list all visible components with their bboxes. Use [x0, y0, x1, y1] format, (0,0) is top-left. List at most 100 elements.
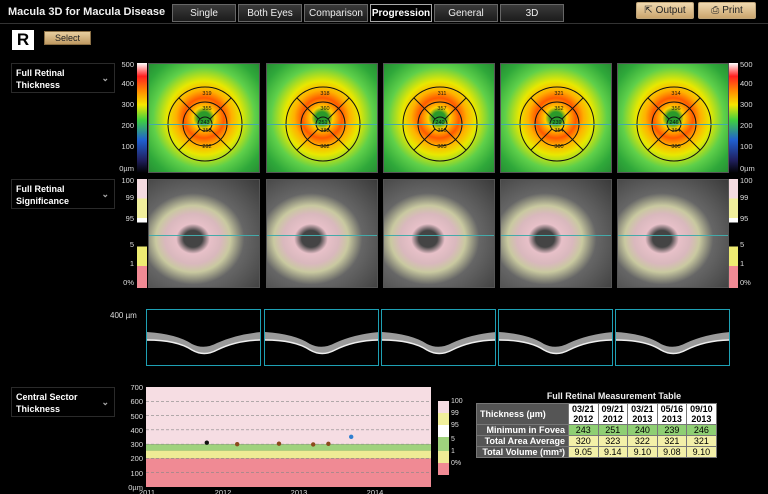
etdrs-grid: [285, 86, 361, 162]
tab-3d[interactable]: 3D: [500, 4, 564, 22]
output-button[interactable]: ⇱ Output: [636, 2, 694, 19]
data-point[interactable]: [349, 434, 354, 440]
legend-tick-label: 0%: [451, 460, 462, 467]
measurement-table: Thickness (µm) 03/21 2012 09/21 2012 03/21…: [476, 403, 717, 458]
significance-map: [266, 179, 378, 288]
top-bar: Macula 3D for Macula Disease Single Both…: [0, 0, 768, 24]
y-tick-label: 100: [130, 468, 143, 478]
etdrs-grid: [402, 86, 478, 162]
table-cell: 9.08: [656, 446, 688, 458]
chevron-down-icon: ⌄: [101, 189, 109, 199]
scale-tick-label: 0%: [740, 278, 751, 287]
sector-value: 311: [437, 91, 447, 97]
scale-tick-label: 99: [125, 193, 134, 202]
scale-tick-label: 300: [740, 100, 753, 109]
tab-general[interactable]: General: [434, 4, 498, 22]
row-label: Minimum in Fovea: [476, 424, 569, 436]
date-header: 05/16 2013: [656, 403, 688, 425]
significance-dropdown[interactable]: Full Retinal Significance ⌄: [11, 179, 115, 209]
date-header: 03/21 2013: [627, 403, 658, 425]
sector-value: 382: [320, 128, 330, 134]
scale-tick-label: 5: [740, 240, 745, 249]
sector-value: 246: [669, 120, 679, 126]
data-point[interactable]: [311, 442, 316, 447]
thickness-dropdown[interactable]: Full Retinal Thickness ⌄: [11, 63, 115, 93]
data-point[interactable]: [326, 441, 331, 447]
sector-value: 314: [671, 91, 681, 97]
thickness-map: 314 356 246 364 300: [617, 63, 729, 173]
scale-tick-label: 0µm: [740, 164, 755, 173]
scale-tick-label: 200: [121, 121, 134, 130]
table-cell: 320: [568, 435, 599, 447]
tab-comparison[interactable]: Comparison: [304, 4, 368, 22]
scale-tick-label: 100: [740, 142, 753, 151]
sector-value: 366: [437, 128, 447, 134]
table-cell: 246: [686, 424, 717, 436]
sector-value: 358: [202, 128, 212, 134]
print-button[interactable]: ⎙ Print: [698, 2, 756, 19]
y-tick-label: 500: [130, 411, 143, 421]
date-header: 03/21 2012: [568, 403, 599, 425]
chart-band: [146, 450, 431, 459]
chevron-down-icon: ⌄: [101, 73, 109, 83]
sector-value: 355: [202, 106, 212, 112]
x-tick-label: 2014: [366, 488, 384, 494]
print-label: Print: [722, 5, 743, 16]
thickness-scale-right: [728, 63, 738, 173]
scale-tick-label: 5: [129, 240, 134, 249]
x-tick-label: 2012: [214, 488, 232, 494]
y-tick-label: 300: [130, 440, 143, 450]
data-point[interactable]: [204, 440, 209, 445]
trend-chart: [146, 387, 431, 487]
table-row: Total Volume (mm³) 9.05 9.14 9.10 9.08 9…: [476, 446, 717, 458]
legend-tick-label: 100: [451, 398, 463, 405]
x-tick-label: 2013: [290, 488, 308, 494]
etdrs-grid: [519, 86, 595, 162]
date-header: 09/21 2012: [597, 403, 629, 425]
table-row: Minimum in Fovea 243 251 240 239 246: [476, 424, 717, 436]
data-point[interactable]: [276, 441, 282, 446]
etdrs-grid: [167, 86, 243, 162]
sector-value: 352: [554, 106, 564, 112]
table-cell: 251: [597, 424, 629, 436]
scan-line: [149, 235, 259, 236]
table-cell: 9.05: [568, 446, 599, 458]
data-point[interactable]: [235, 441, 240, 447]
table-header-row: Thickness (µm) 03/21 2012 09/21 2012 03/21…: [476, 403, 717, 425]
thickness-scale-left: [137, 63, 147, 173]
table-cell: 9.14: [597, 446, 629, 458]
thickness-map: 319 355 243 358 292: [148, 63, 260, 173]
scale-tick-label: 200: [740, 121, 753, 130]
significance-scale-right: [728, 179, 738, 288]
select-button[interactable]: Select: [44, 31, 91, 45]
tab-bar: Single Both Eyes Comparison Progression …: [172, 4, 564, 24]
sector-value: 360: [320, 106, 330, 112]
output-label: Output: [655, 5, 686, 16]
table-cell: 321: [656, 435, 688, 447]
scale-tick-label: 0µm: [119, 164, 134, 173]
eye-indicator: R: [12, 30, 34, 50]
scale-tick-label: 0%: [123, 278, 134, 287]
tab-both-eyes[interactable]: Both Eyes: [238, 4, 302, 22]
sector-value: 321: [554, 91, 564, 97]
scale-tick-label: 300: [121, 100, 134, 109]
significance-map: [148, 179, 260, 288]
x-tick-label: 2011: [138, 488, 156, 494]
tab-progression[interactable]: Progression: [370, 4, 432, 22]
y-tick-label: 600: [130, 397, 143, 407]
sector-value: 240: [435, 120, 445, 126]
output-icon: ⇱: [644, 5, 653, 16]
sector-value: 357: [437, 106, 447, 112]
table-cell: 323: [597, 435, 629, 447]
chevron-down-icon: ⌄: [101, 397, 109, 407]
central-dropdown[interactable]: Central Sector Thickness ⌄: [11, 387, 115, 417]
scale-tick-label: 100: [121, 142, 134, 151]
oct-bscan: [146, 309, 261, 366]
tab-single[interactable]: Single: [172, 4, 236, 22]
scale-tick-label: 100: [121, 176, 134, 185]
y-tick-label: 400: [130, 425, 143, 435]
table-cell: 322: [627, 435, 658, 447]
table-cell: 240: [627, 424, 658, 436]
table-cell: 9.10: [627, 446, 658, 458]
sector-value: 239: [552, 120, 562, 126]
